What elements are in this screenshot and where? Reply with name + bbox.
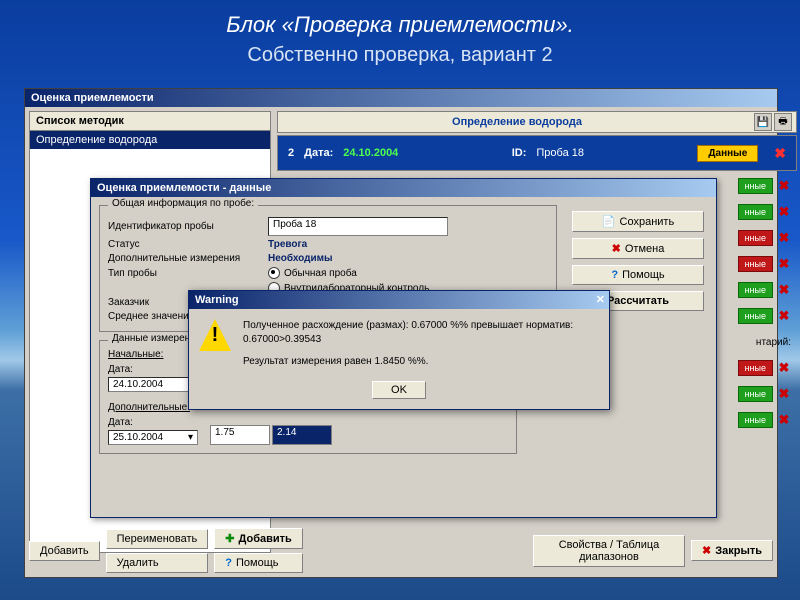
- date-value: 24.10.2004: [343, 147, 398, 159]
- val-cell-1[interactable]: 1.75: [210, 425, 270, 445]
- row-close-icon[interactable]: ✖: [777, 412, 791, 428]
- row-close-icon[interactable]: ✖: [777, 360, 791, 376]
- status-badge: нные: [738, 204, 773, 220]
- close-button[interactable]: ✖Закрыть: [691, 540, 773, 561]
- group-legend: Общая информация по пробе:: [108, 198, 258, 209]
- delete-button[interactable]: Удалить: [106, 553, 209, 573]
- row-close-icon[interactable]: ✖: [777, 230, 791, 246]
- status-badge: нные: [738, 386, 773, 402]
- date-label: Дата:: [108, 417, 198, 428]
- close-icon[interactable]: ✖: [774, 145, 786, 162]
- date1-input[interactable]: 24.10.2004▾: [108, 377, 198, 392]
- id-label: Идентификатор пробы: [108, 221, 268, 232]
- data-dialog-titlebar: Оценка приемлемости - данные: [91, 179, 716, 197]
- status-badge: нные: [738, 178, 773, 194]
- slide-subtitle: Собственно проверка, вариант 2: [0, 44, 800, 67]
- id-value: Проба 18: [536, 147, 584, 159]
- warning-close-icon[interactable]: ✕: [596, 291, 605, 309]
- row-close-icon[interactable]: ✖: [777, 256, 791, 272]
- warning-dialog: Warning✕ ! Полученное расхождение (разма…: [188, 290, 610, 410]
- row-close-icon[interactable]: ✖: [777, 308, 791, 324]
- warning-text: Полученное расхождение (размах): 0.67000…: [243, 319, 573, 369]
- data-button[interactable]: Данные: [697, 145, 758, 162]
- info-strip: 2 Дата: 24.10.2004 ID: Проба 18 Данные ✖: [277, 135, 797, 171]
- status-badge: нные: [738, 308, 773, 324]
- date-label: Дата:: [304, 147, 333, 159]
- radio-normal[interactable]: [268, 267, 280, 279]
- row-close-icon[interactable]: ✖: [777, 282, 791, 298]
- help-button[interactable]: ?Помощь: [214, 553, 303, 573]
- add2-button[interactable]: ✚Добавить: [214, 528, 303, 549]
- panel-title: Определение водорода: [282, 116, 752, 128]
- row-close-icon[interactable]: ✖: [777, 204, 791, 220]
- panel-header: Определение водорода 💾 🖶: [277, 111, 797, 133]
- extra-label: Дополнительные измерения: [108, 253, 268, 264]
- row-close-icon[interactable]: ✖: [777, 386, 791, 402]
- id-label: ID:: [512, 147, 527, 159]
- status-badge: нные: [738, 360, 773, 376]
- val-cell-2[interactable]: 2.14: [272, 425, 332, 445]
- status-badge: нные: [738, 230, 773, 246]
- radio-normal-label: Обычная проба: [284, 268, 357, 279]
- dlg-cancel-button[interactable]: ✖Отмена: [572, 238, 704, 259]
- dlg-save-button[interactable]: 📄Сохранить: [572, 211, 704, 232]
- bottom-bar: Добавить Переименовать Удалить ✚Добавить…: [29, 528, 773, 573]
- dlg-help-button[interactable]: ?Помощь: [572, 265, 704, 285]
- status-badge: нные: [738, 282, 773, 298]
- status-badge: нные: [738, 256, 773, 272]
- sidebar-item-method[interactable]: Определение водорода: [30, 131, 270, 149]
- warning-ok-button[interactable]: OK: [372, 381, 426, 399]
- comment-label: нтарий:: [756, 337, 791, 348]
- main-titlebar: Оценка приемлемости: [25, 89, 777, 107]
- date2-input[interactable]: 25.10.2004▾: [108, 430, 198, 445]
- extra-value: Необходимы: [268, 253, 333, 264]
- status-label: Статус: [108, 239, 268, 250]
- slide-title: Блок «Проверка приемлемости».: [0, 0, 800, 44]
- status-value: Тревога: [268, 239, 307, 250]
- meas-legend: Данные измерени: [108, 333, 200, 344]
- date-label: Дата:: [108, 364, 198, 375]
- save-icon[interactable]: 💾: [754, 113, 772, 131]
- add-button[interactable]: Добавить: [29, 541, 100, 561]
- props-button[interactable]: Свойства / Таблица диапазонов: [533, 535, 685, 567]
- sidebar-header: Список методик: [30, 112, 270, 131]
- print-icon[interactable]: 🖶: [774, 113, 792, 131]
- warning-icon: !: [199, 319, 231, 351]
- status-badge: нные: [738, 412, 773, 428]
- row-close-icon[interactable]: ✖: [777, 178, 791, 194]
- rename-button[interactable]: Переименовать: [106, 529, 209, 549]
- id-field[interactable]: Проба 18: [268, 217, 448, 236]
- type-label: Тип пробы: [108, 268, 268, 279]
- warning-titlebar: Warning✕: [189, 291, 609, 309]
